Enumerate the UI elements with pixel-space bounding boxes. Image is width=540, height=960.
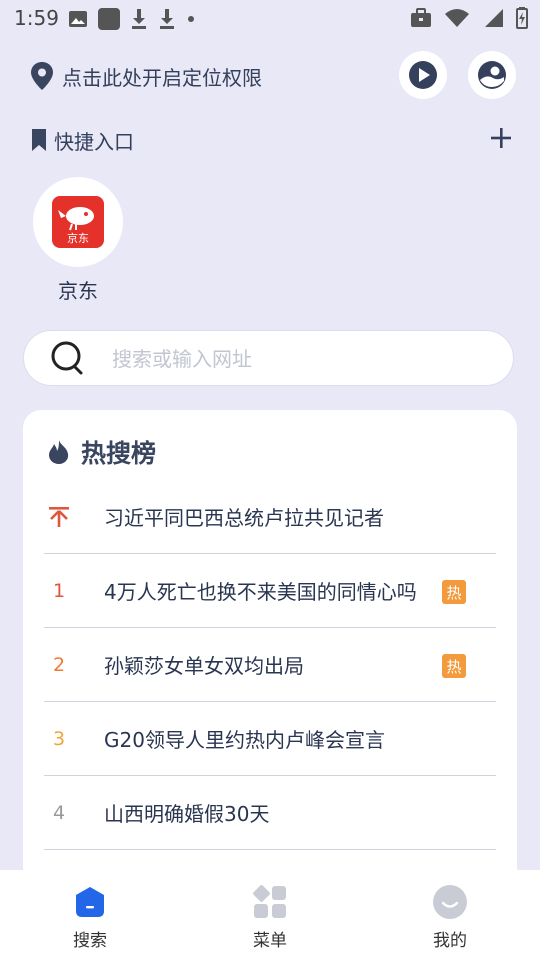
signal-icon — [485, 9, 503, 27]
search-icon — [51, 341, 83, 375]
hot-list-item[interactable]: 2 孙颖莎女单女双均出局 热 — [44, 628, 496, 702]
hot-item-text: 习近平同巴西总统卢拉共见记者 — [104, 506, 384, 530]
download-icon — [132, 9, 146, 29]
hot-item-rank: 3 — [52, 728, 66, 750]
hot-search-card: 热搜榜 习近平同巴西总统卢拉共见记者 1 4万人死亡也换不来美国的同情心吗 热 … — [23, 410, 517, 890]
briefcase-icon — [411, 8, 431, 27]
shortcut-header: 快捷入口 — [30, 124, 134, 156]
app-square-icon — [98, 8, 120, 30]
hot-search-header: 热搜榜 — [47, 434, 156, 470]
status-bar: 1:59 — [0, 0, 540, 36]
dot-icon — [188, 16, 194, 22]
hot-list-item[interactable]: 1 4万人死亡也换不来美国的同情心吗 热 — [44, 554, 496, 628]
bookmark-icon — [32, 129, 46, 151]
location-text: 点击此处开启定位权限 — [62, 65, 262, 90]
search-tab-icon — [72, 884, 108, 920]
search-bar[interactable] — [23, 330, 514, 386]
hot-item-text: 4万人死亡也换不来美国的同情心吗 — [104, 580, 417, 604]
battery-icon — [516, 7, 528, 29]
jd-logo-icon: 京东 — [52, 196, 104, 248]
shortcut-title: 快捷入口 — [54, 129, 134, 154]
hot-list-item-pinned[interactable]: 习近平同巴西总统卢拉共见记者 — [44, 480, 496, 554]
wifi-icon — [445, 9, 469, 27]
hot-item-text: 山西明确婚假30天 — [104, 802, 270, 826]
system-icons — [410, 7, 528, 29]
hot-badge: 热 — [442, 580, 466, 604]
hot-item-text: G20领导人里约热内卢峰会宣言 — [104, 728, 385, 752]
play-icon — [409, 61, 437, 89]
hot-badge: 热 — [442, 654, 466, 678]
nav-label: 菜单 — [253, 931, 287, 951]
shortcut-app-jd[interactable]: 京东 京东 — [33, 177, 123, 304]
plus-icon — [491, 128, 511, 148]
hot-item-rank: 1 — [52, 580, 66, 602]
bottom-nav: 搜索 菜单 我的 — [0, 870, 540, 960]
user-avatar-button[interactable] — [468, 51, 516, 99]
hot-list-item[interactable]: 3 G20领导人里约热内卢峰会宣言 — [44, 702, 496, 776]
search-input[interactable] — [110, 341, 494, 377]
add-shortcut-button[interactable] — [487, 124, 515, 152]
app-label: 京东 — [58, 279, 98, 303]
hot-item-rank: 2 — [52, 654, 66, 676]
flame-icon — [49, 440, 69, 464]
play-button[interactable] — [399, 51, 447, 99]
hot-item-rank: 4 — [52, 802, 66, 824]
nav-tab-menu[interactable]: 菜单 — [180, 870, 360, 960]
profile-icon — [478, 61, 506, 89]
status-time: 1:59 — [14, 6, 59, 30]
hot-list-item[interactable]: 4 山西明确婚假30天 — [44, 776, 496, 850]
app-icon-container: 京东 — [33, 177, 123, 267]
hot-search-title: 热搜榜 — [81, 439, 157, 468]
image-icon — [69, 11, 87, 27]
nav-label: 搜索 — [73, 931, 107, 951]
nav-label: 我的 — [433, 931, 467, 951]
nav-tab-search[interactable]: 搜索 — [0, 870, 180, 960]
notification-icons — [68, 8, 196, 30]
jd-logo-text: 京东 — [67, 231, 89, 245]
menu-grid-icon — [252, 884, 288, 920]
smiley-profile-icon — [432, 884, 468, 920]
pinned-top-icon — [44, 480, 74, 554]
nav-tab-profile[interactable]: 我的 — [360, 870, 540, 960]
location-pin-icon — [31, 62, 53, 90]
hot-item-text: 孙颖莎女单女双均出局 — [104, 654, 304, 678]
location-permission-link[interactable]: 点击此处开启定位权限 — [30, 60, 262, 92]
download-icon — [160, 9, 174, 29]
